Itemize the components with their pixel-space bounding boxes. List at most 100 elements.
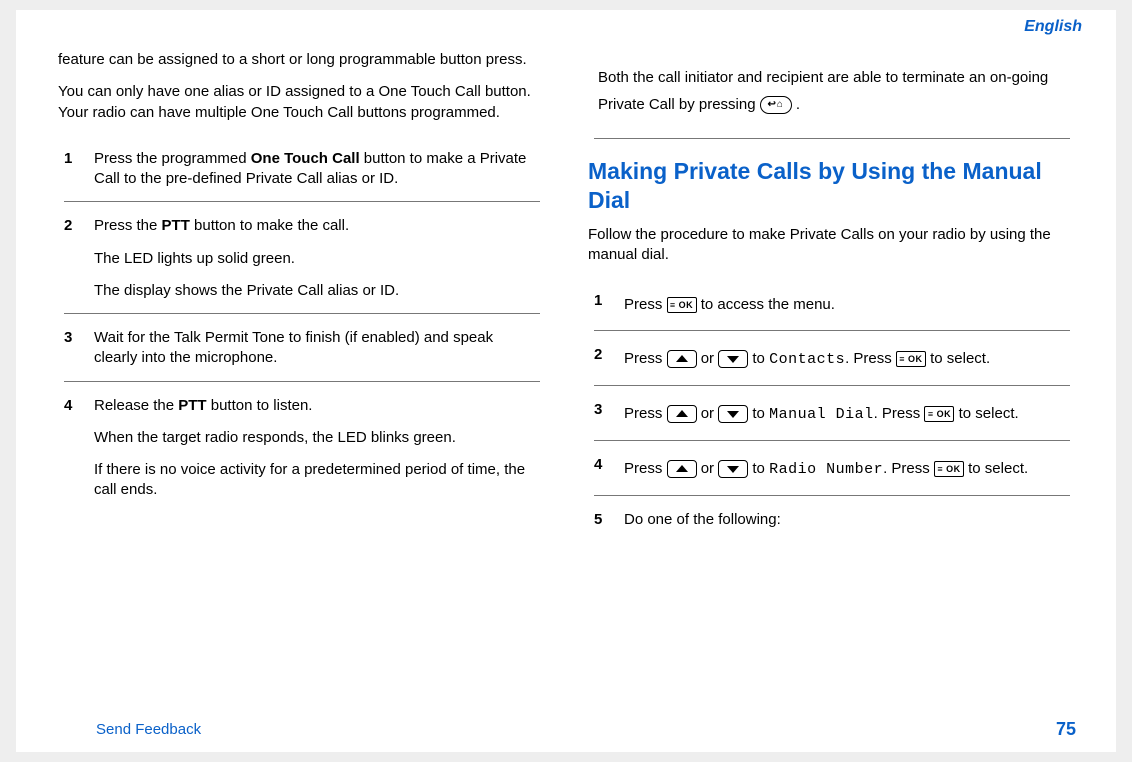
menu-ok-icon (924, 406, 954, 422)
section-heading: Making Private Calls by Using the Manual… (588, 157, 1076, 215)
right-column: Both the call initiator and recipient ar… (588, 50, 1076, 542)
right-top-continuation: Both the call initiator and recipient ar… (588, 50, 1076, 139)
step-text: Press to access the menu. (624, 291, 1070, 318)
left-column: feature can be assigned to a short or lo… (58, 50, 546, 542)
back-home-icon (760, 96, 792, 114)
text: Press the (94, 217, 162, 234)
arrow-up-icon (667, 405, 697, 423)
step-item: 2 Press or to Contacts. Press to select. (594, 330, 1070, 385)
step-number: 2 (594, 345, 624, 381)
step-number: 1 (594, 291, 624, 326)
step-text: Press or to Radio Number. Press to selec… (624, 455, 1070, 483)
arrow-up-icon (667, 350, 697, 368)
page-footer: Send Feedback 75 (96, 719, 1076, 740)
section-intro: Follow the procedure to make Private Cal… (588, 225, 1076, 266)
text: to (752, 460, 769, 477)
text: Press (624, 460, 667, 477)
text: or (701, 350, 719, 367)
text: . Press (845, 350, 896, 367)
step-number: 4 (64, 396, 94, 509)
step-text: Press the PTT button to make the call. (94, 216, 540, 236)
arrow-down-icon (718, 405, 748, 423)
menu-ok-icon (934, 461, 964, 477)
text: to select. (930, 350, 990, 367)
step-text: Wait for the Talk Permit Tone to finish … (94, 328, 540, 369)
step-body: Do one of the following: (624, 510, 1070, 538)
text: Press (624, 350, 667, 367)
section-divider (594, 138, 1070, 139)
text: button to make the call. (190, 217, 349, 234)
step-item: 1 Press the programmed One Touch Call bu… (64, 135, 540, 202)
step-body: Wait for the Talk Permit Tone to finish … (94, 328, 540, 377)
step-text: The display shows the Private Call alias… (94, 281, 540, 301)
arrow-up-icon (667, 460, 697, 478)
step-number: 1 (64, 149, 94, 198)
menu-option: Contacts (769, 351, 845, 368)
step-number: 5 (594, 510, 624, 538)
step-text: Release the PTT button to listen. (94, 396, 540, 416)
text: to (752, 405, 769, 422)
step-item: 1 Press to access the menu. (594, 277, 1070, 330)
text: or (701, 460, 719, 477)
step-body: Release the PTT button to listen. When t… (94, 396, 540, 509)
menu-ok-icon (896, 351, 926, 367)
step-body: Press or to Radio Number. Press to selec… (624, 455, 1070, 491)
text: to access the menu. (701, 296, 835, 313)
manual-page: English feature can be assigned to a sho… (16, 10, 1116, 752)
step-body: Press to access the menu. (624, 291, 1070, 326)
step-number: 3 (594, 400, 624, 436)
step-item: 5 Do one of the following: (594, 495, 1070, 542)
step-item: 3 Press or to Manual Dial. Press to sele… (594, 385, 1070, 440)
step-item: 4 Release the PTT button to listen. When… (64, 381, 540, 513)
step-number: 4 (594, 455, 624, 491)
step-number: 3 (64, 328, 94, 377)
text: . Press (874, 405, 925, 422)
content-columns: feature can be assigned to a short or lo… (58, 50, 1076, 542)
step-text: The LED lights up solid green. (94, 249, 540, 269)
step-item: 3 Wait for the Talk Permit Tone to finis… (64, 313, 540, 381)
arrow-down-icon (718, 350, 748, 368)
step-text: Press or to Manual Dial. Press to select… (624, 400, 1070, 428)
step-text: When the target radio responds, the LED … (94, 428, 540, 448)
step-text: Press or to Contacts. Press to select. (624, 345, 1070, 373)
arrow-down-icon (718, 460, 748, 478)
text: to select. (959, 405, 1019, 422)
intro-paragraph: feature can be assigned to a short or lo… (58, 50, 546, 70)
step-body: Both the call initiator and recipient ar… (594, 64, 1070, 126)
step-body: Press or to Manual Dial. Press to select… (624, 400, 1070, 436)
text: Both the call initiator and recipient ar… (598, 69, 1048, 113)
text: Press (624, 405, 667, 422)
step-item: 2 Press the PTT button to make the call.… (64, 201, 540, 313)
step-body: Press or to Contacts. Press to select. (624, 345, 1070, 381)
menu-option: Radio Number (769, 461, 883, 478)
bold-text: PTT (162, 217, 190, 234)
menu-option: Manual Dial (769, 406, 874, 423)
intro-paragraph: You can only have one alias or ID assign… (58, 82, 546, 123)
step-text: Both the call initiator and recipient ar… (598, 64, 1070, 118)
right-steps: 1 Press to access the menu. 2 Pr (588, 277, 1076, 542)
step-text: Press the programmed One Touch Call butt… (94, 149, 540, 190)
menu-ok-icon (667, 297, 697, 313)
bold-text: One Touch Call (251, 150, 360, 167)
text: or (701, 405, 719, 422)
text: Press (624, 296, 667, 313)
page-number: 75 (1056, 719, 1076, 740)
step-body: Press the PTT button to make the call. T… (94, 216, 540, 309)
text: . Press (883, 460, 934, 477)
page-language-header: English (58, 18, 1082, 36)
step-number: 2 (64, 216, 94, 309)
text: to (752, 350, 769, 367)
text: Press the programmed (94, 150, 251, 167)
text: to select. (968, 460, 1028, 477)
left-steps: 1 Press the programmed One Touch Call bu… (58, 135, 546, 513)
step-text: Do one of the following: (624, 510, 1070, 530)
send-feedback-link[interactable]: Send Feedback (96, 721, 201, 738)
step-text: If there is no voice activity for a pred… (94, 460, 540, 501)
step-item: 4 Press or to Radio Number. Press to sel… (594, 440, 1070, 495)
bold-text: PTT (178, 397, 206, 414)
text: Release the (94, 397, 178, 414)
step-item: Both the call initiator and recipient ar… (594, 50, 1070, 130)
text: button to listen. (207, 397, 313, 414)
text: . (796, 96, 800, 113)
step-body: Press the programmed One Touch Call butt… (94, 149, 540, 198)
